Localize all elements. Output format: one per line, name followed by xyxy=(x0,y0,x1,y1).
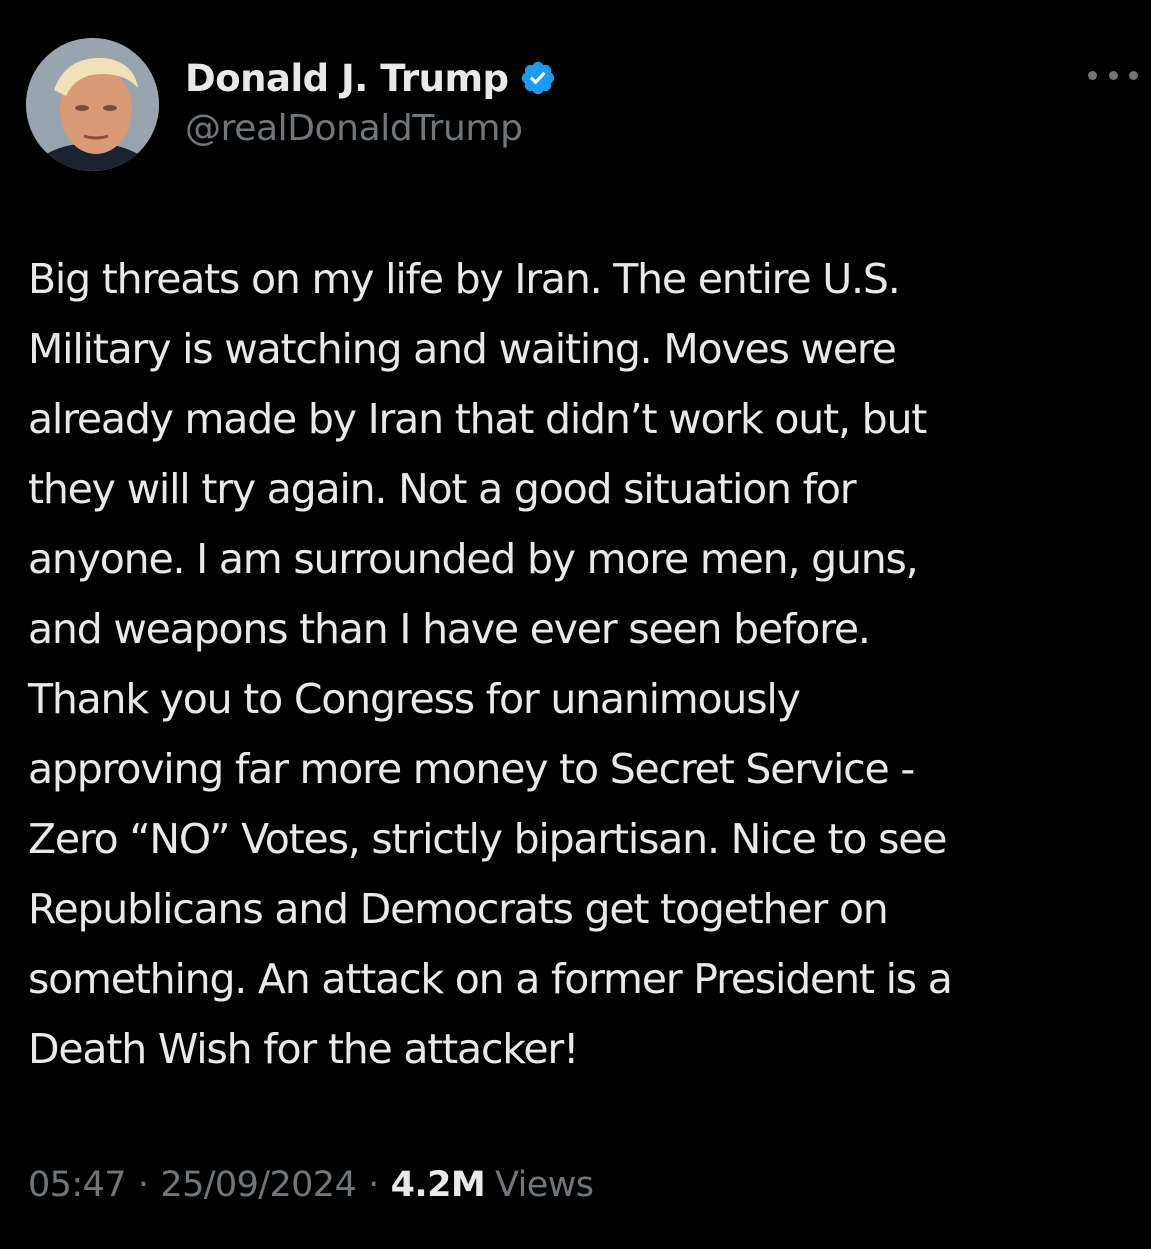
tweet-detail: Donald J. Trump @realDonaldTrump Big thr… xyxy=(0,0,1151,1249)
avatar[interactable] xyxy=(26,38,159,171)
verified-badge-icon[interactable] xyxy=(519,59,557,97)
tweet-text: Big threats on my life by Iran. The enti… xyxy=(28,244,1138,1084)
author-handle[interactable]: @realDonaldTrump xyxy=(185,108,523,149)
tweet-text-line: Thank you to Congress for unanimously xyxy=(28,675,801,723)
more-dot xyxy=(1088,70,1097,80)
tweet-meta: 05:47 · 25/09/2024 · 4.2M Views xyxy=(28,1160,594,1210)
tweet-text-line: Zero “NO” Votes, strictly bipartisan. Ni… xyxy=(28,815,947,863)
meta-separator: · xyxy=(368,1165,379,1205)
tweet-text-line: something. An attack on a former Preside… xyxy=(28,955,953,1003)
tweet-text-line: Military is watching and waiting. Moves … xyxy=(28,325,897,373)
tweet-text-line: anyone. I am surrounded by more men, gun… xyxy=(28,535,919,583)
tweet-text-line: and weapons than I have ever seen before… xyxy=(28,605,871,653)
meta-separator: · xyxy=(137,1165,149,1205)
tweet-text-line: Republicans and Democrats get together o… xyxy=(28,885,889,933)
more-dot xyxy=(1129,70,1138,80)
tweet-text-line: approving far more money to Secret Servi… xyxy=(28,745,915,793)
tweet-time[interactable]: 05:47 xyxy=(28,1165,126,1205)
tweet-text-line: Death Wish for the attacker! xyxy=(28,1025,579,1073)
tweet-text-line: already made by Iran that didn’t work ou… xyxy=(28,395,927,443)
views-count: 4.2M xyxy=(390,1165,486,1205)
more-horizontal-icon[interactable] xyxy=(1088,60,1138,90)
author-name-row: Donald J. Trump xyxy=(185,52,557,104)
tweet-text-line: they will try again. Not a good situatio… xyxy=(28,465,857,513)
more-dot xyxy=(1108,70,1118,80)
author-display-name[interactable]: Donald J. Trump xyxy=(185,57,509,100)
tweet-date[interactable]: 25/09/2024 xyxy=(160,1165,356,1205)
tweet-text-line: Big threats on my life by Iran. The enti… xyxy=(28,255,901,303)
avatar-portrait-image xyxy=(26,38,159,171)
views-label: Views xyxy=(495,1165,594,1205)
